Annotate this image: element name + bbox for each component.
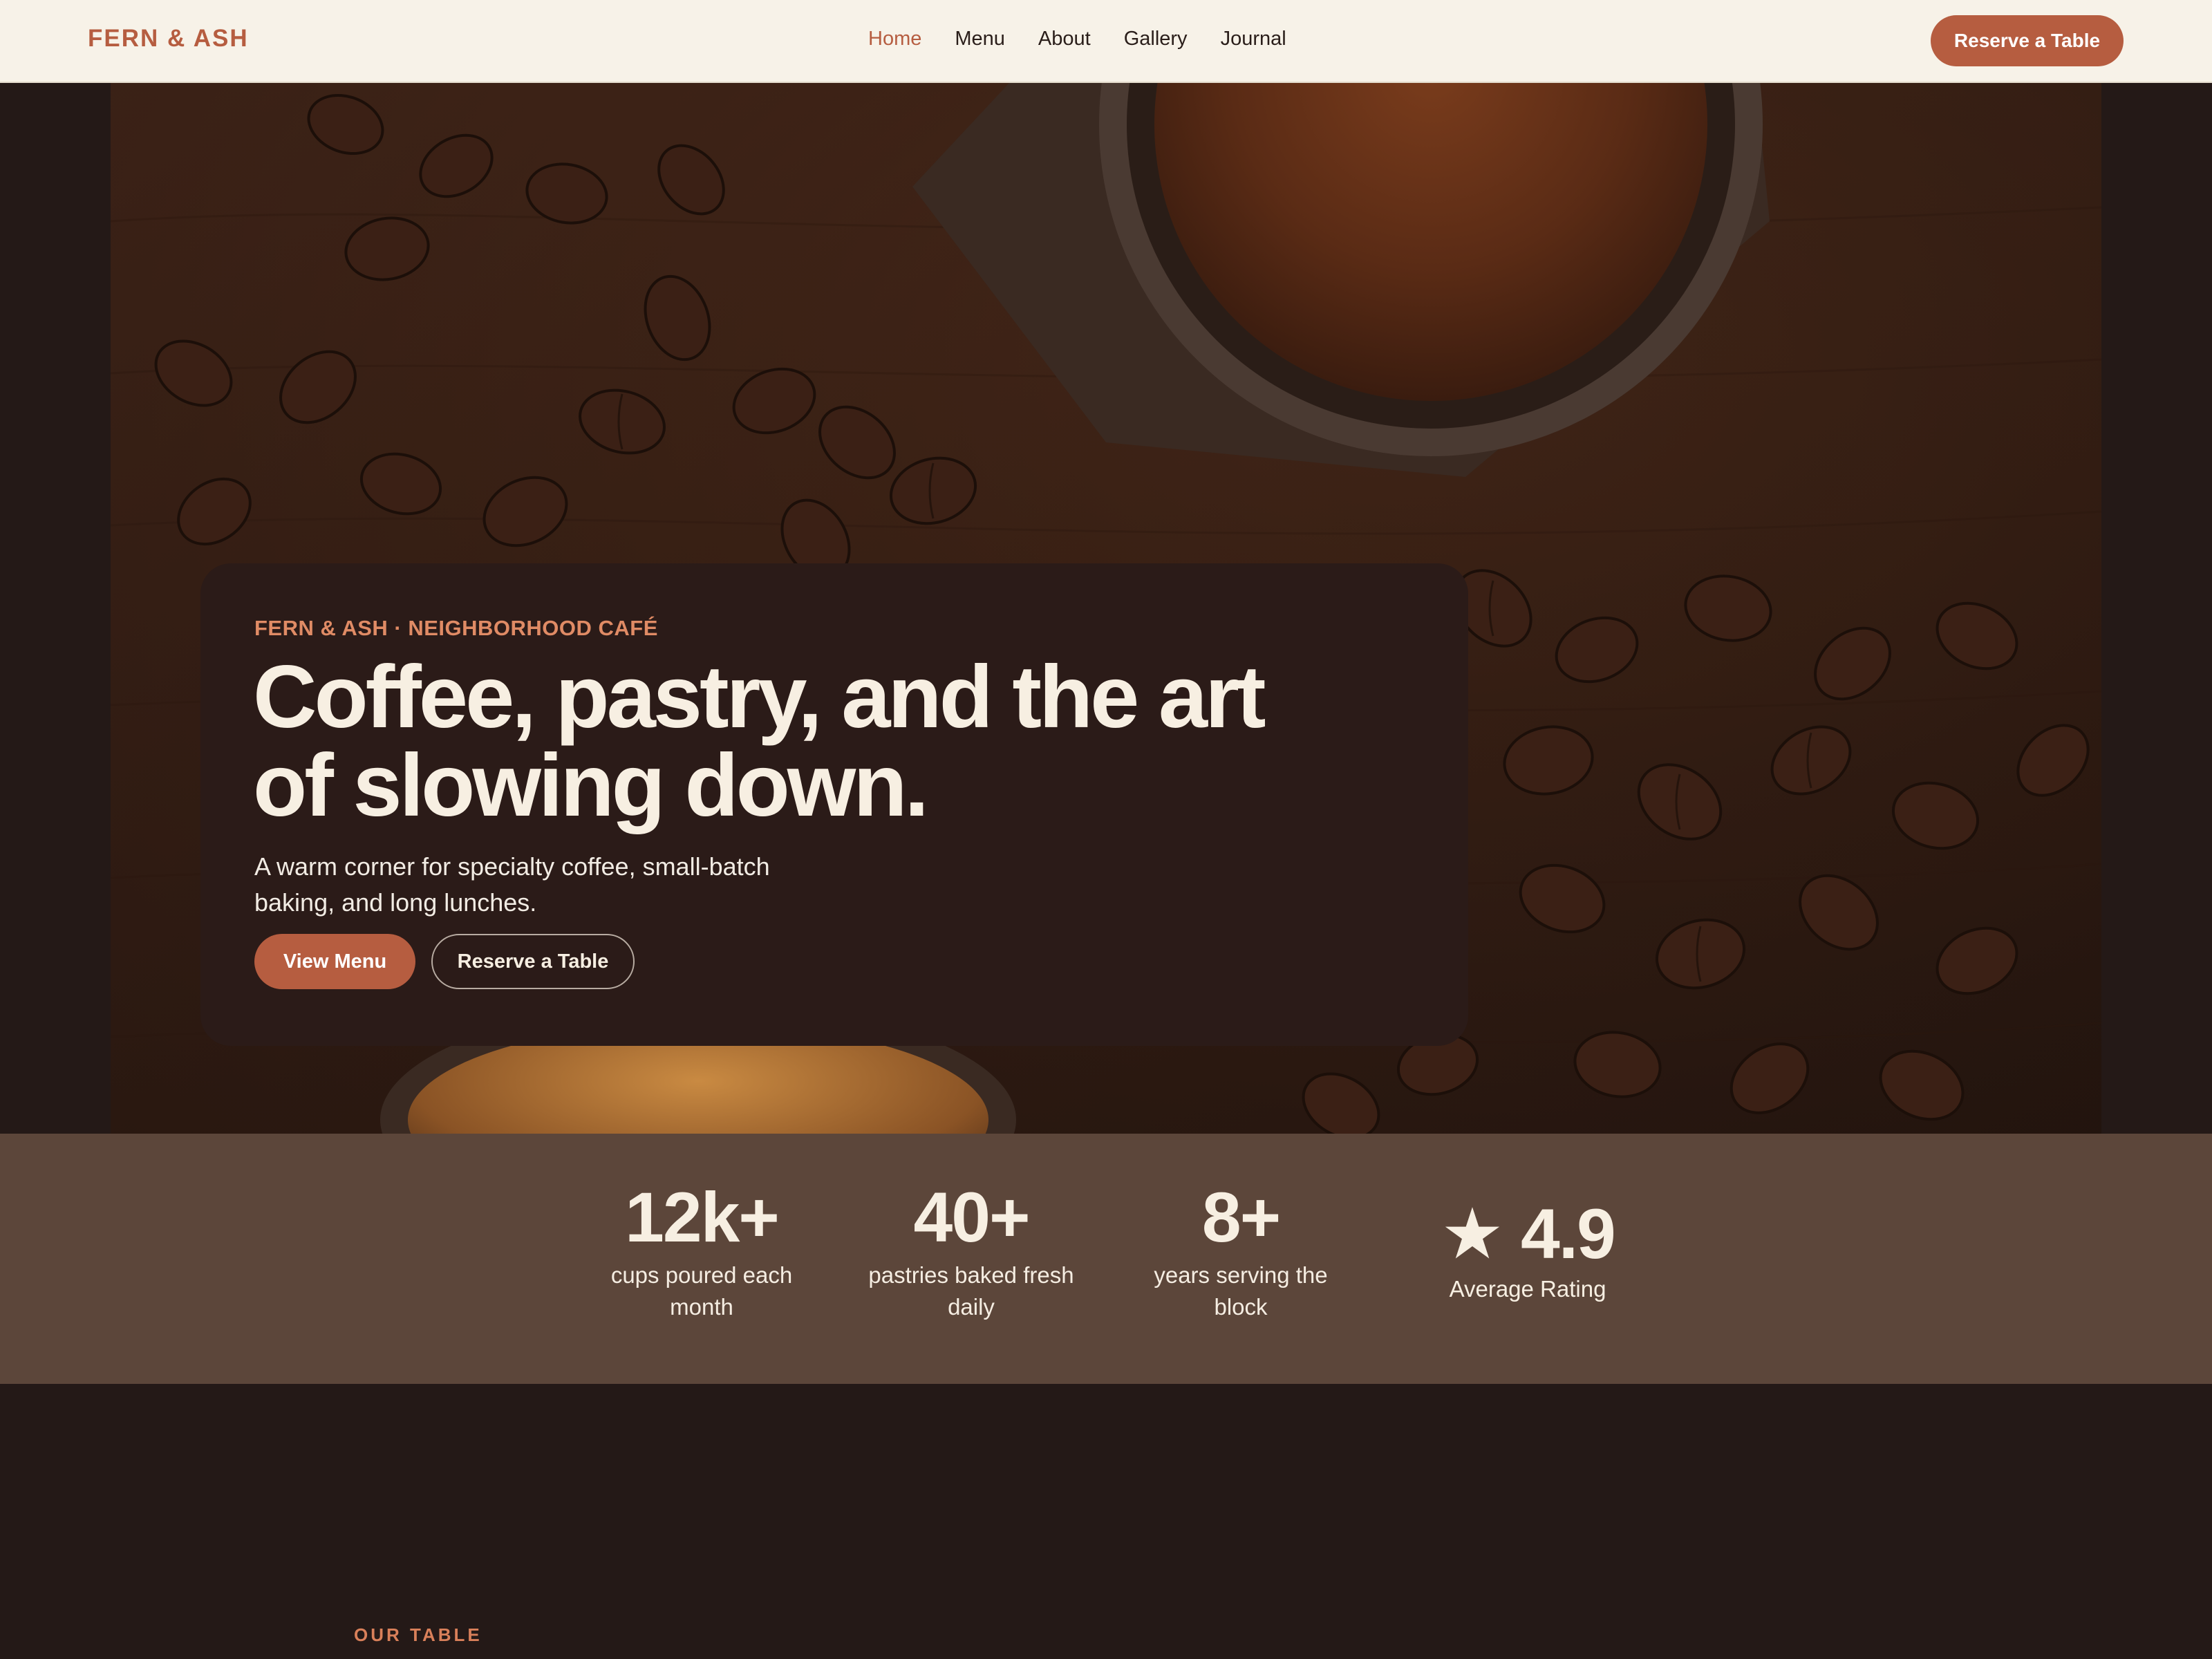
section-eyebrow: OUR TABLE [354,1624,482,1645]
hero-reserve-table-button[interactable]: Reserve a Table [431,934,635,989]
site-logo[interactable]: FERN & ASH [88,25,249,53]
nav-home[interactable]: Home [868,28,921,50]
rating-label: Average Rating [1449,1276,1606,1302]
main-nav: Home Menu About Gallery Journal [868,28,1286,50]
nav-gallery[interactable]: Gallery [1124,28,1188,50]
stat-label: cups poured each month [610,1262,793,1320]
stat-label: years serving the block [1154,1262,1328,1320]
stat-pastries: 40+ pastries baked fresh daily [861,1179,1082,1323]
our-table-section: OUR TABLE [0,1384,2212,1659]
hero-headline: Coffee, pastry, and the art of slowing d… [253,648,1266,835]
stat-value: 8+ [1201,1178,1281,1257]
stat-years: 8+ years serving the block [1130,1179,1351,1323]
nav-about[interactable]: About [1038,28,1091,50]
stats-band: 12k+ cups poured each month 40+ pastries… [0,1134,2212,1384]
stat-value: 40+ [913,1178,1030,1257]
hero-eyebrow: FERN & ASH · NEIGHBORHOOD CAFÉ [254,616,658,640]
hero-subhead: A warm corner for specialty coffee, smal… [254,852,770,917]
site-header: FERN & ASH Home Menu About Gallery Journ… [0,0,2212,83]
rating-value: ★ 4.9 [1441,1194,1616,1273]
reserve-table-button[interactable]: Reserve a Table [1931,15,2124,66]
stat-value: 12k+ [625,1178,780,1257]
stat-label: pastries baked fresh daily [868,1262,1074,1320]
stat-cups: 12k+ cups poured each month [591,1179,812,1323]
view-menu-button[interactable]: View Menu [254,934,415,989]
nav-menu[interactable]: Menu [955,28,1005,50]
stat-rating: ★ 4.9 Average Rating [1414,1196,1642,1305]
nav-journal[interactable]: Journal [1221,28,1286,50]
hero-card: FERN & ASH · NEIGHBORHOOD CAFÉ Coffee, p… [200,563,1468,1046]
